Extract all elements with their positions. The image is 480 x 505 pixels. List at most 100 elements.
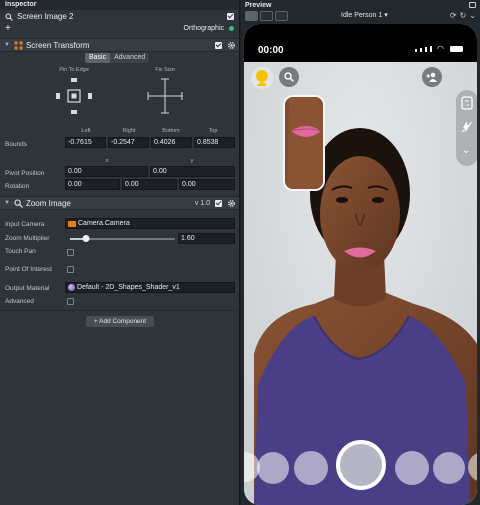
chevron-down-icon[interactable]: ⌄: [462, 145, 470, 156]
y-column-label: y: [190, 158, 194, 164]
zoom-image-enabled-checkbox[interactable]: [215, 199, 222, 207]
screen-transform-enabled-checkbox[interactable]: [215, 41, 222, 49]
lens-carousel-item[interactable]: [395, 451, 429, 485]
zoom-image-header[interactable]: ▼ Zoom Image v 1.0: [0, 196, 239, 210]
preview-title: Preview: [245, 1, 272, 9]
zoom-multiplier-field[interactable]: 1.60: [178, 233, 235, 244]
chevron-down-icon[interactable]: ⌄: [469, 11, 476, 20]
preview-toolbar: Idle Person 1 ▾ ⟳ ↻ ⌄: [241, 10, 480, 22]
add-component-button[interactable]: + Add Component: [86, 316, 154, 327]
gear-icon[interactable]: [227, 199, 236, 208]
camera-mode-label: Orthographic: [183, 25, 224, 32]
search-icon: [14, 198, 23, 208]
add-friend-icon: [426, 72, 437, 82]
orthographic-toggle[interactable]: [229, 26, 234, 31]
lens-carousel-item[interactable]: [257, 452, 289, 484]
search-icon: [284, 72, 294, 82]
tab-basic[interactable]: Basic: [85, 53, 111, 63]
tab-advanced[interactable]: Advanced: [110, 53, 150, 63]
bounds-bottom-field[interactable]: 0.4026: [151, 137, 192, 148]
rotation-z-field[interactable]: 0.00: [179, 179, 235, 190]
collapse-triangle-icon[interactable]: ▼: [4, 42, 10, 48]
pin-to-edge-label: Pin To Edge: [59, 67, 89, 73]
search-icon[interactable]: [5, 13, 13, 21]
touch-pan-checkbox[interactable]: [67, 249, 74, 256]
zoom-multiplier-label: Zoom Multiplier: [5, 235, 50, 242]
phone-preview[interactable]: 00:00 ◠ ⌄: [244, 24, 477, 505]
reset-icon[interactable]: ↻: [460, 11, 467, 20]
input-camera-label: Input Camera: [5, 221, 45, 228]
add-icon[interactable]: +: [5, 23, 11, 34]
rotation-y-field[interactable]: 0.00: [122, 179, 177, 190]
camera-tools-bar: ⌄: [456, 90, 477, 166]
rotation-x-field[interactable]: 0.00: [65, 179, 120, 190]
point-of-interest-label: Point Of Interest: [5, 266, 52, 273]
x-column-label: x: [105, 158, 109, 164]
divider: [0, 310, 239, 311]
wifi-icon: ◠: [437, 44, 444, 53]
zoom-image-preview[interactable]: [283, 95, 325, 191]
camera-view-button[interactable]: [260, 11, 273, 21]
output-material-label: Output Material: [5, 285, 50, 292]
bounds-header-left: Left: [81, 128, 91, 134]
bounds-left-field[interactable]: -0.7615: [65, 137, 106, 148]
bounds-header-top: Top: [208, 128, 218, 134]
zoomed-face-image: [285, 97, 323, 189]
battery-icon: [450, 46, 463, 52]
add-friend-button[interactable]: [422, 67, 442, 87]
gear-icon[interactable]: [227, 41, 236, 50]
screen-transform-title: Screen Transform: [25, 40, 90, 50]
grid-view-button[interactable]: [245, 11, 258, 21]
camera-feed-image: [244, 24, 477, 505]
collapse-triangle-icon[interactable]: ▼: [4, 200, 10, 206]
pivot-y-field[interactable]: 0.00: [150, 166, 235, 177]
object-name[interactable]: Screen Image 2: [17, 12, 73, 21]
bitmoji-avatar-icon: [256, 70, 268, 86]
capture-button[interactable]: [336, 440, 386, 490]
preview-actions: ⟳ ↻ ⌄: [450, 11, 476, 20]
material-icon: [68, 284, 75, 291]
point-of-interest-checkbox[interactable]: [67, 266, 74, 273]
phone-notch: [294, 24, 427, 38]
zoom-image-title: Zoom Image: [25, 198, 71, 208]
status-bar: 00:00 ◠: [244, 24, 477, 62]
inspector-panel: Inspector Screen Image 2 + Orthographic …: [0, 0, 240, 505]
bounds-header-right: Right: [122, 128, 136, 134]
object-row: Screen Image 2: [0, 10, 239, 23]
refresh-icon[interactable]: ⟳: [450, 11, 457, 20]
fix-size-label: Fix Size: [155, 67, 175, 73]
zoom-image-version: v 1.0: [194, 199, 210, 207]
pin-to-edge-widget[interactable]: [54, 76, 94, 116]
advanced-checkbox[interactable]: [67, 298, 74, 305]
bounds-top-field[interactable]: 0.8538: [194, 137, 235, 148]
pivot-position-label: Pivot Position: [5, 170, 45, 177]
zoom-multiplier-knob[interactable]: [82, 235, 90, 242]
output-material-field[interactable]: Default - 2D_Shapes_Shader_v1: [65, 282, 235, 293]
preview-header: Preview: [241, 0, 480, 10]
inspector-title: Inspector: [0, 0, 239, 10]
input-camera-value: Camera.Camera: [78, 220, 130, 227]
flip-camera-icon[interactable]: [461, 96, 473, 110]
bitmoji-button[interactable]: [251, 67, 273, 89]
screen-transform-header[interactable]: ▼ Screen Transform: [0, 38, 239, 52]
fix-size-widget[interactable]: [147, 78, 183, 114]
transform-mode-tabs: Basic Advanced: [85, 53, 150, 63]
preview-subject-dropdown[interactable]: Idle Person 1 ▾: [341, 11, 388, 19]
pivot-x-field[interactable]: 0.00: [65, 166, 148, 177]
search-button[interactable]: [279, 67, 299, 87]
lens-carousel-item[interactable]: [433, 452, 465, 484]
input-camera-field[interactable]: Camera.Camera: [65, 218, 235, 229]
touch-pan-label: Touch Pan: [5, 248, 36, 255]
expand-icon[interactable]: [469, 2, 476, 8]
status-time: 00:00: [258, 45, 284, 56]
bounds-right-field[interactable]: -0.2547: [108, 137, 149, 148]
bounds-label: Bounds: [5, 141, 28, 148]
flash-off-icon[interactable]: [461, 121, 473, 133]
object-enabled-checkbox[interactable]: [227, 13, 234, 20]
rotation-label: Rotation: [5, 183, 30, 190]
lens-carousel-item[interactable]: [294, 451, 328, 485]
device-view-button[interactable]: [275, 11, 288, 21]
signal-icon: ◠: [415, 44, 463, 53]
preview-panel: Preview Idle Person 1 ▾ ⟳ ↻ ⌄ 00:00 ◠ ⌄: [241, 0, 480, 505]
zoom-multiplier-slider[interactable]: [70, 235, 175, 242]
